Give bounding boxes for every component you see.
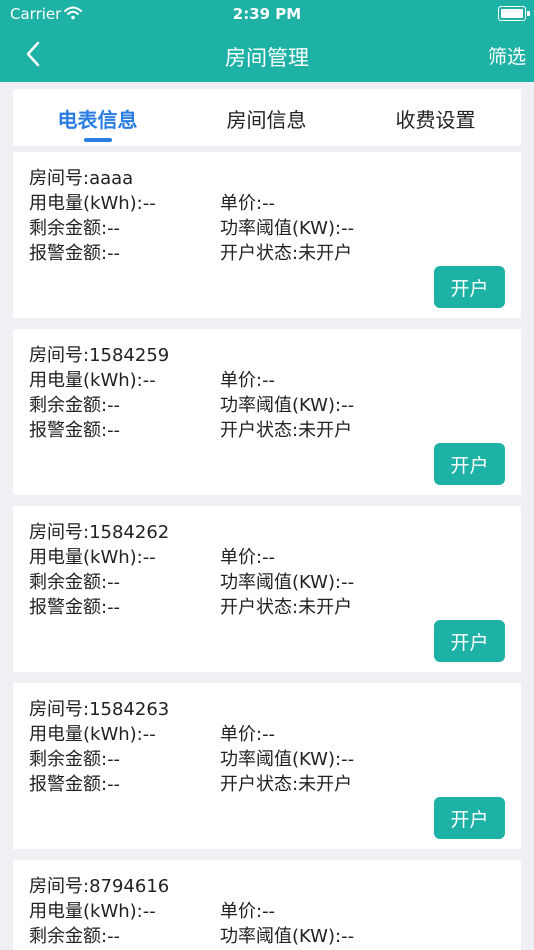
power-usage: 用电量(kWh):-- — [29, 193, 156, 214]
page-title: 房间管理 — [225, 46, 309, 70]
power-threshold: 功率阈值(KW):-- — [220, 749, 355, 770]
room-card: 房间号:aaaa 用电量(kWh):-- 单价:-- 剩余金额:-- 功率阈值(… — [13, 152, 521, 318]
alarm-amount: 报警金额:-- — [29, 597, 121, 618]
power-threshold: 功率阈值(KW):-- — [220, 926, 355, 947]
tab-room-info[interactable]: 房间信息 — [182, 104, 351, 133]
alarm-amount: 报警金额:-- — [29, 243, 121, 264]
tab-bar: 电表信息 房间信息 收费设置 — [13, 89, 521, 146]
remaining-balance: 剩余金额:-- — [29, 749, 121, 770]
tab-indicator — [84, 138, 112, 142]
room-number: 房间号:1584263 — [29, 699, 170, 720]
open-account-button[interactable]: 开户 — [434, 443, 505, 485]
remaining-balance: 剩余金额:-- — [29, 572, 121, 593]
nav-bar: Carrier 2:39 PM 房间管理 筛选 — [0, 0, 534, 82]
room-number: 房间号:1584262 — [29, 522, 170, 543]
account-status: 开户状态:未开户 — [220, 420, 353, 441]
tab-label: 收费设置 — [395, 108, 476, 132]
power-usage: 用电量(kWh):-- — [29, 724, 156, 745]
room-number: 房间号:aaaa — [29, 168, 134, 189]
tab-fee-settings[interactable]: 收费设置 — [351, 104, 520, 133]
power-usage: 用电量(kWh):-- — [29, 370, 156, 391]
room-card: 房间号:1584262 用电量(kWh):-- 单价:-- 剩余金额:-- 功率… — [13, 506, 521, 672]
unit-price: 单价:-- — [220, 901, 276, 922]
status-bar: Carrier 2:39 PM — [0, 0, 534, 28]
account-status: 开户状态:未开户 — [220, 774, 353, 795]
alarm-amount: 报警金额:-- — [29, 420, 121, 441]
room-number: 房间号:8794616 — [29, 876, 170, 897]
remaining-balance: 剩余金额:-- — [29, 926, 121, 947]
remaining-balance: 剩余金额:-- — [29, 395, 121, 416]
power-threshold: 功率阈值(KW):-- — [220, 218, 355, 239]
power-threshold: 功率阈值(KW):-- — [220, 395, 355, 416]
unit-price: 单价:-- — [220, 193, 276, 214]
status-time: 2:39 PM — [232, 5, 302, 23]
battery-icon — [498, 6, 530, 21]
power-threshold: 功率阈值(KW):-- — [220, 572, 355, 593]
open-account-button[interactable]: 开户 — [434, 266, 505, 308]
room-card: 房间号:1584263 用电量(kWh):-- 单价:-- 剩余金额:-- 功率… — [13, 683, 521, 849]
unit-price: 单价:-- — [220, 547, 276, 568]
account-status: 开户状态:未开户 — [220, 243, 353, 264]
alarm-amount: 报警金额:-- — [29, 774, 121, 795]
room-card: 房间号:8794616 用电量(kWh):-- 单价:-- 剩余金额:-- 功率… — [13, 860, 521, 950]
open-account-button[interactable]: 开户 — [434, 620, 505, 662]
power-usage: 用电量(kWh):-- — [29, 901, 156, 922]
unit-price: 单价:-- — [220, 370, 276, 391]
account-status: 开户状态:未开户 — [220, 597, 353, 618]
filter-button[interactable]: 筛选 — [488, 42, 526, 69]
open-account-button[interactable]: 开户 — [434, 797, 505, 839]
power-usage: 用电量(kWh):-- — [29, 547, 156, 568]
unit-price: 单价:-- — [220, 724, 276, 745]
tab-label: 房间信息 — [226, 108, 307, 132]
remaining-balance: 剩余金额:-- — [29, 218, 121, 239]
tab-meter-info[interactable]: 电表信息 — [13, 104, 182, 142]
tab-label: 电表信息 — [57, 108, 138, 132]
room-number: 房间号:1584259 — [29, 345, 170, 366]
room-card: 房间号:1584259 用电量(kWh):-- 单价:-- 剩余金额:-- 功率… — [13, 329, 521, 495]
